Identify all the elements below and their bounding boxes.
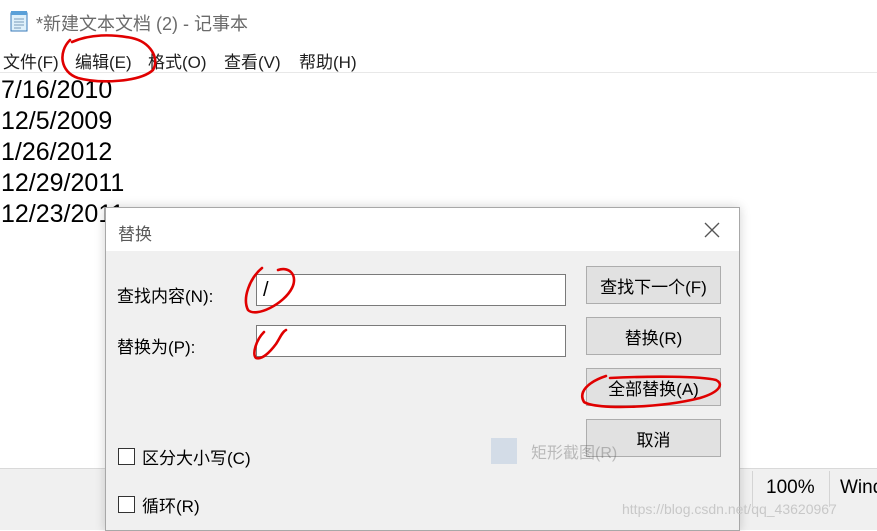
watermark: https://blog.csdn.net/qq_43620967 [622,501,837,517]
replace-all-button[interactable]: 全部替换(A) [586,368,721,406]
replace-label: 替换为(P): [117,338,196,357]
find-label: 查找内容(N): [117,287,214,306]
checkbox-box[interactable] [118,495,135,513]
editor-line: 12/5/2009 [1,107,113,135]
wrap-around-checkbox[interactable]: 循环(R) [118,493,200,516]
window-title: *新建文本文档 (2) - 记事本 [36,14,249,34]
menu-file[interactable]: 文件(F) [3,48,59,73]
line-ending: Windows [840,477,877,498]
close-icon[interactable] [702,220,722,240]
background-hint-label: 矩形截图(R) [531,445,618,462]
menu-bar: 文件(F) 编辑(E) 格式(O) 查看(V) 帮助(H) [0,44,877,73]
match-case-checkbox[interactable]: 区分大小写(C) [118,445,251,468]
menu-edit[interactable]: 编辑(E) [75,48,132,73]
menu-view[interactable]: 查看(V) [224,48,281,73]
find-input[interactable] [256,274,566,306]
dialog-titlebar: 替换 [106,208,739,251]
wrap-around-label: 循环(R) [142,496,200,516]
dialog-title: 替换 [118,225,152,244]
match-case-label: 区分大小写(C) [142,448,251,468]
menu-help[interactable]: 帮助(H) [299,48,357,73]
replace-input[interactable] [256,325,566,357]
editor-line: 1/26/2012 [1,138,113,166]
replace-button[interactable]: 替换(R) [586,317,721,355]
replace-dialog: 替换 查找内容(N): 替换为(P): 查找下一个(F) 替换(R) 全部替换(… [105,207,740,531]
editor-line: 7/16/2010 [1,76,113,104]
editor-line: 12/29/2011 [1,169,125,197]
notepad-icon [10,11,28,32]
background-snip-hint: 矩形截图(R) [491,434,631,468]
window-titlebar: *新建文本文档 (2) - 记事本 [0,0,877,42]
menu-format[interactable]: 格式(O) [148,48,207,73]
rectangle-snip-icon [491,438,517,464]
zoom-level: 100% [766,477,815,498]
checkbox-box[interactable] [118,447,135,465]
find-next-button[interactable]: 查找下一个(F) [586,266,721,304]
